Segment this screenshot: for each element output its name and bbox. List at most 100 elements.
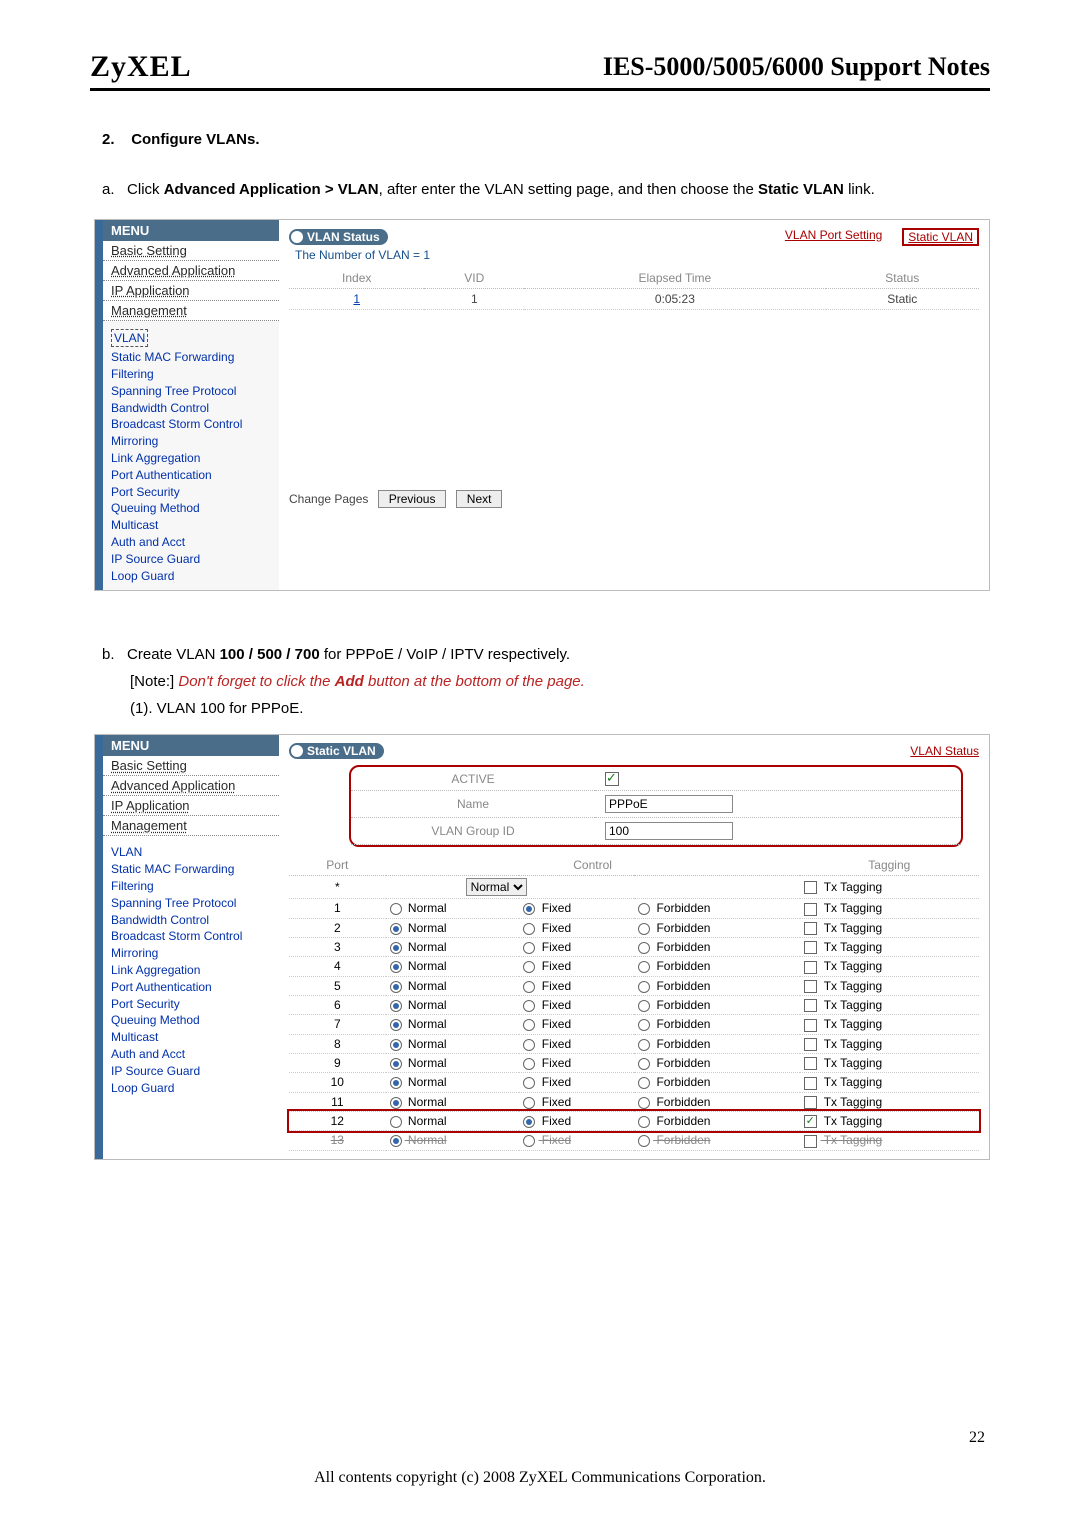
txtag-checkbox[interactable] xyxy=(804,1096,817,1109)
normal-radio[interactable] xyxy=(390,961,402,973)
forbidden-radio[interactable] xyxy=(638,1019,650,1031)
name-input[interactable] xyxy=(605,795,733,813)
txtag-checkbox[interactable] xyxy=(804,999,817,1012)
fixed-radio[interactable] xyxy=(523,1116,535,1128)
submenu-bandwidth[interactable]: Bandwidth Control xyxy=(111,400,271,417)
menu-ip-application[interactable]: IP Application xyxy=(103,796,279,816)
forbidden-radio[interactable] xyxy=(638,942,650,954)
normal-radio[interactable] xyxy=(390,942,402,954)
txtag-checkbox[interactable] xyxy=(804,1135,817,1148)
txtag-checkbox[interactable] xyxy=(804,903,817,916)
next-button[interactable] xyxy=(456,490,503,508)
submenu-broadcast-storm[interactable]: Broadcast Storm Control xyxy=(111,416,271,433)
txtag-checkbox[interactable] xyxy=(804,1019,817,1032)
submenu-stp[interactable]: Spanning Tree Protocol xyxy=(111,383,271,400)
submenu-port-security[interactable]: Port Security xyxy=(111,996,271,1013)
vlan-status-link[interactable]: VLAN Status xyxy=(910,744,979,758)
table-row[interactable]: 1 1 0:05:23 Static xyxy=(289,288,979,309)
forbidden-radio[interactable] xyxy=(638,1000,650,1012)
active-checkbox[interactable] xyxy=(605,772,619,786)
forbidden-radio[interactable] xyxy=(638,1116,650,1128)
menu-advanced-application[interactable]: Advanced Application xyxy=(103,776,279,796)
txtag-checkbox[interactable] xyxy=(804,1057,817,1070)
normal-radio[interactable] xyxy=(390,1135,402,1147)
txtag-checkbox[interactable] xyxy=(804,1115,817,1128)
normal-radio[interactable] xyxy=(390,1039,402,1051)
submenu-queuing[interactable]: Queuing Method xyxy=(111,500,271,517)
fixed-radio[interactable] xyxy=(523,1000,535,1012)
submenu-port-auth[interactable]: Port Authentication xyxy=(111,467,271,484)
menu-management[interactable]: Management xyxy=(103,816,279,836)
submenu-ip-source-guard[interactable]: IP Source Guard xyxy=(111,1063,271,1080)
fixed-radio[interactable] xyxy=(523,1058,535,1070)
submenu-port-security[interactable]: Port Security xyxy=(111,484,271,501)
control-all-select[interactable]: Normal xyxy=(466,878,527,896)
vlan-port-setting-link[interactable]: VLAN Port Setting xyxy=(785,228,882,246)
submenu-link-aggregation[interactable]: Link Aggregation xyxy=(111,450,271,467)
submenu-loop-guard[interactable]: Loop Guard xyxy=(111,568,271,585)
submenu-stp[interactable]: Spanning Tree Protocol xyxy=(111,895,271,912)
forbidden-radio[interactable] xyxy=(638,1097,650,1109)
submenu-port-auth[interactable]: Port Authentication xyxy=(111,979,271,996)
fixed-radio[interactable] xyxy=(523,961,535,973)
normal-radio[interactable] xyxy=(390,1000,402,1012)
submenu-filtering[interactable]: Filtering xyxy=(111,366,271,383)
txtag-checkbox[interactable] xyxy=(804,941,817,954)
submenu-queuing[interactable]: Queuing Method xyxy=(111,1012,271,1029)
forbidden-radio[interactable] xyxy=(638,1058,650,1070)
submenu-multicast[interactable]: Multicast xyxy=(111,1029,271,1046)
previous-button[interactable] xyxy=(378,490,447,508)
fixed-radio[interactable] xyxy=(523,903,535,915)
normal-radio[interactable] xyxy=(390,981,402,993)
forbidden-radio[interactable] xyxy=(638,923,650,935)
menu-ip-application[interactable]: IP Application xyxy=(103,281,279,301)
fixed-radio[interactable] xyxy=(523,1039,535,1051)
menu-basic-setting[interactable]: Basic Setting xyxy=(103,241,279,261)
normal-radio[interactable] xyxy=(390,1058,402,1070)
submenu-mirroring[interactable]: Mirroring xyxy=(111,433,271,450)
txtag-checkbox[interactable] xyxy=(804,922,817,935)
submenu-bandwidth[interactable]: Bandwidth Control xyxy=(111,912,271,929)
forbidden-radio[interactable] xyxy=(638,1135,650,1147)
submenu-filtering[interactable]: Filtering xyxy=(111,878,271,895)
submenu-auth-acct[interactable]: Auth and Acct xyxy=(111,1046,271,1063)
submenu-static-mac[interactable]: Static MAC Forwarding xyxy=(111,349,271,366)
txtag-checkbox[interactable] xyxy=(804,980,817,993)
fixed-radio[interactable] xyxy=(523,1077,535,1089)
fixed-radio[interactable] xyxy=(523,942,535,954)
menu-basic-setting[interactable]: Basic Setting xyxy=(103,756,279,776)
menu-management[interactable]: Management xyxy=(103,301,279,321)
forbidden-radio[interactable] xyxy=(638,903,650,915)
normal-radio[interactable] xyxy=(390,903,402,915)
submenu-loop-guard[interactable]: Loop Guard xyxy=(111,1080,271,1097)
static-vlan-link[interactable]: Static VLAN xyxy=(902,228,979,246)
normal-radio[interactable] xyxy=(390,1019,402,1031)
normal-radio[interactable] xyxy=(390,923,402,935)
forbidden-radio[interactable] xyxy=(638,1039,650,1051)
fixed-radio[interactable] xyxy=(523,1135,535,1147)
forbidden-radio[interactable] xyxy=(638,961,650,973)
submenu-vlan[interactable]: VLAN xyxy=(111,844,271,861)
fixed-radio[interactable] xyxy=(523,981,535,993)
menu-advanced-application[interactable]: Advanced Application xyxy=(103,261,279,281)
submenu-vlan[interactable]: VLAN xyxy=(111,329,148,348)
tag-all-checkbox[interactable] xyxy=(804,881,817,894)
submenu-mirroring[interactable]: Mirroring xyxy=(111,945,271,962)
submenu-auth-acct[interactable]: Auth and Acct xyxy=(111,534,271,551)
submenu-link-aggregation[interactable]: Link Aggregation xyxy=(111,962,271,979)
forbidden-radio[interactable] xyxy=(638,981,650,993)
submenu-static-mac[interactable]: Static MAC Forwarding xyxy=(111,861,271,878)
fixed-radio[interactable] xyxy=(523,1097,535,1109)
txtag-checkbox[interactable] xyxy=(804,1077,817,1090)
normal-radio[interactable] xyxy=(390,1077,402,1089)
submenu-multicast[interactable]: Multicast xyxy=(111,517,271,534)
normal-radio[interactable] xyxy=(390,1116,402,1128)
normal-radio[interactable] xyxy=(390,1097,402,1109)
submenu-broadcast-storm[interactable]: Broadcast Storm Control xyxy=(111,928,271,945)
txtag-checkbox[interactable] xyxy=(804,961,817,974)
fixed-radio[interactable] xyxy=(523,1019,535,1031)
submenu-ip-source-guard[interactable]: IP Source Guard xyxy=(111,551,271,568)
txtag-checkbox[interactable] xyxy=(804,1038,817,1051)
group-id-input[interactable] xyxy=(605,822,733,840)
forbidden-radio[interactable] xyxy=(638,1077,650,1089)
